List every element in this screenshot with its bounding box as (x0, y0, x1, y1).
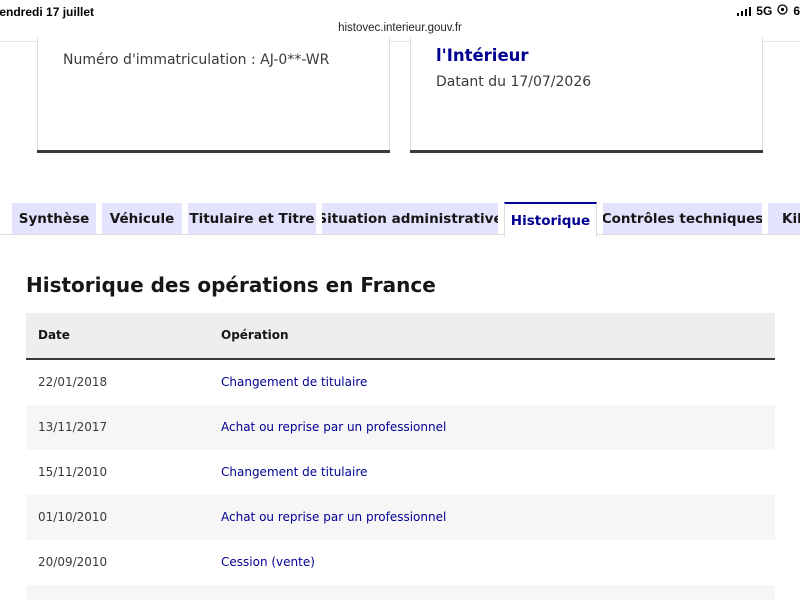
row-operation-link[interactable]: Achat ou reprise par un professionnel (221, 510, 446, 524)
status-bar: Vendredi 17 juillet 5G 6 (0, 0, 800, 24)
row-operation-link[interactable]: Cession (vente) (221, 555, 315, 569)
address-bar[interactable]: histovec.interieur.gouv.fr (0, 22, 800, 34)
page: Vendredi 17 juillet 5G 6 histovec.interi… (0, 0, 800, 600)
tab-kilometrage[interactable]: Kilo (768, 203, 800, 235)
row-operation-link[interactable]: Changement de titulaire (221, 465, 367, 479)
table-row: 15/11/2010 Changement de titulaire (26, 450, 775, 495)
row-date: 15/11/2010 (38, 465, 108, 479)
tab-vehicule[interactable]: Véhicule (102, 203, 182, 235)
column-header-date: Date (38, 328, 70, 342)
tab-historique[interactable]: Historique (504, 202, 597, 237)
signal-icon (736, 6, 752, 16)
network-label: 5G (756, 4, 773, 18)
tab-situation-administrative[interactable]: Situation administrative (322, 203, 498, 235)
table-row: 13/11/2017 Achat ou reprise par un profe… (26, 405, 775, 450)
registration-number: Numéro d'immatriculation : AJ-0**-WR (63, 52, 330, 68)
table-row: 22/01/2018 Changement de titulaire (26, 360, 775, 405)
row-operation-link[interactable]: Achat ou reprise par un professionnel (221, 420, 446, 434)
status-datetime: Vendredi 17 juillet (0, 5, 95, 19)
history-section-title: Historique des opérations en France (26, 273, 436, 297)
history-table: Date Opération 22/01/2018 Changement de … (26, 313, 775, 600)
tab-titulaire-et-titre[interactable]: Titulaire et Titre (188, 203, 316, 235)
table-row: 20/09/2010 Cession (vente) (26, 540, 775, 585)
report-date: Datant du 17/07/2026 (436, 74, 592, 90)
table-row: 01/10/2010 Achat ou reprise par un profe… (26, 495, 775, 540)
issuer-title: l'Intérieur (436, 46, 529, 65)
table-row (26, 585, 775, 600)
row-date: 20/09/2010 (38, 555, 108, 569)
tab-controles-techniques[interactable]: Contrôles techniques (603, 203, 762, 235)
status-indicators: 5G 6 (736, 4, 800, 18)
row-date: 01/10/2010 (38, 510, 108, 524)
tab-synthese[interactable]: Synthèse (12, 203, 96, 235)
row-date: 22/01/2018 (38, 375, 108, 389)
row-date: 13/11/2017 (38, 420, 108, 434)
tab-list: Synthèse Véhicule Titulaire et Titre Sit… (0, 202, 800, 237)
location-icon (777, 4, 788, 18)
column-header-operation: Opération (221, 328, 289, 342)
registration-card: Numéro d'immatriculation : AJ-0**-WR (37, 38, 390, 153)
report-card: l'Intérieur Datant du 17/07/2026 (410, 38, 763, 153)
battery-percent: 6 (793, 4, 800, 18)
row-operation-link[interactable]: Changement de titulaire (221, 375, 367, 389)
table-header: Date Opération (26, 313, 775, 360)
